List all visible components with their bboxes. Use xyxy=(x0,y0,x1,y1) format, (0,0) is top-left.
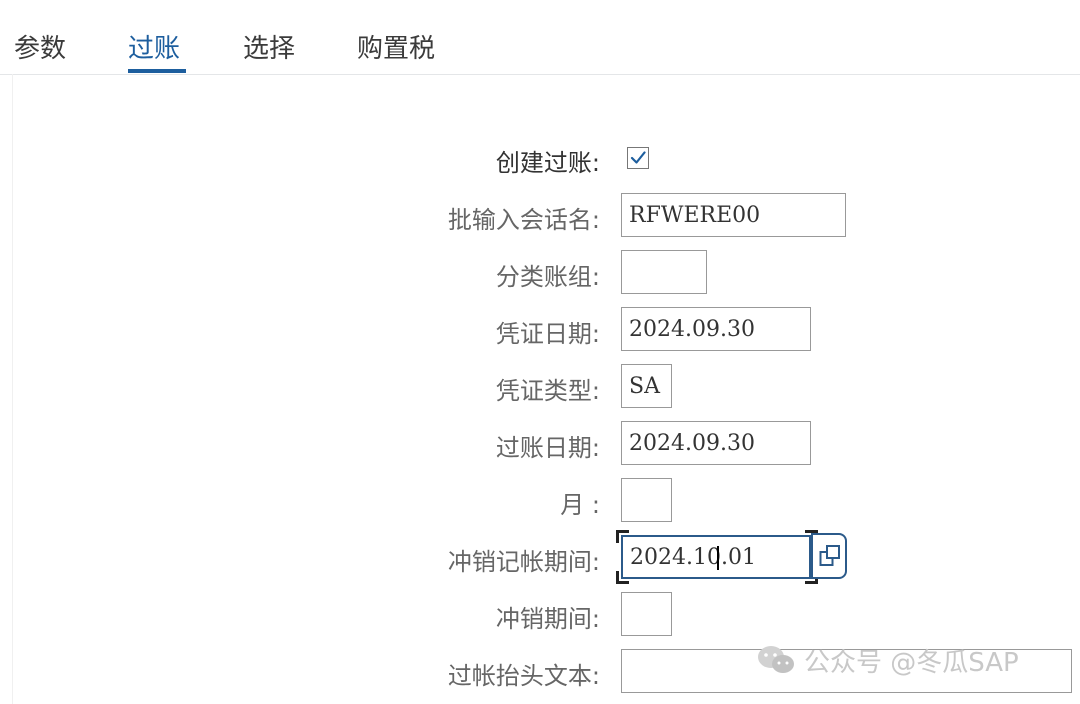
watermark-text: 公众号 @冬瓜SAP xyxy=(804,647,1019,678)
text-cursor xyxy=(717,546,719,570)
tab-bar: 参数 过账 选择 购置税 xyxy=(0,0,1080,75)
document-type-input[interactable] xyxy=(621,364,672,408)
header-text-label: 过帐抬头文本: xyxy=(447,662,600,690)
posting-date-label: 过账日期: xyxy=(495,434,600,462)
document-type-label: 凭证类型: xyxy=(495,377,600,405)
reversal-period-label: 冲销期间: xyxy=(495,605,600,633)
document-date-label: 凭证日期: xyxy=(495,320,600,348)
panel-border xyxy=(12,74,13,704)
document-date-input[interactable] xyxy=(621,307,811,351)
posting-date-input[interactable] xyxy=(621,421,811,465)
tab-selection[interactable]: 选择 xyxy=(243,28,295,65)
tab-parameters[interactable]: 参数 xyxy=(14,28,66,65)
wechat-icon xyxy=(758,646,794,673)
month-label: 月 : xyxy=(560,491,600,519)
month-input[interactable] xyxy=(621,478,672,522)
value-help-button[interactable] xyxy=(811,533,847,579)
tab-purchase-tax[interactable]: 购置税 xyxy=(357,28,435,65)
create-posting-label: 创建过账: xyxy=(495,149,600,177)
watermark: 公众号 @冬瓜SAP xyxy=(756,640,1019,680)
value-help-icon xyxy=(819,545,840,566)
reversal-posting-period-input[interactable] xyxy=(621,535,811,579)
batch-session-label: 批输入会话名: xyxy=(447,206,600,234)
create-posting-checkbox[interactable] xyxy=(627,147,649,169)
active-tab-indicator xyxy=(128,69,186,73)
batch-session-input[interactable] xyxy=(621,193,846,237)
tab-posting[interactable]: 过账 xyxy=(128,28,180,65)
ledger-group-input[interactable] xyxy=(621,250,707,294)
reversal-posting-period-label: 冲销记帐期间: xyxy=(447,548,600,576)
ledger-group-label: 分类账组: xyxy=(495,263,600,291)
reversal-period-input[interactable] xyxy=(621,592,672,636)
checkmark-icon xyxy=(630,151,646,164)
